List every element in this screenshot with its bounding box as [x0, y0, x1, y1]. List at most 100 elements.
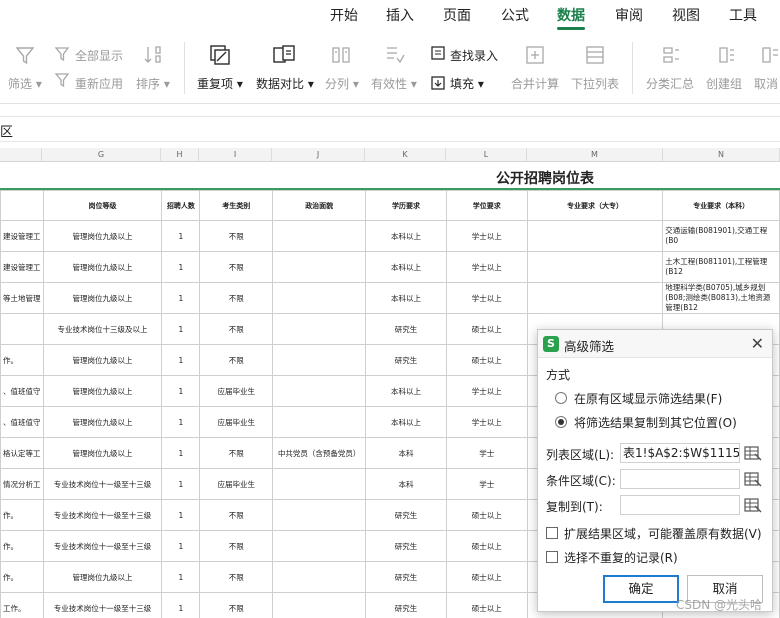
table-cell[interactable]: 硕士以上: [445, 592, 528, 618]
table-cell[interactable]: 研究生: [365, 592, 447, 618]
merge-calc-button[interactable]: 合并计算: [511, 75, 559, 92]
compare-button[interactable]: 数据对比 ▾: [256, 75, 314, 92]
validity-button[interactable]: 有效性 ▾: [371, 75, 417, 92]
column-header[interactable]: [0, 148, 42, 162]
table-cell[interactable]: 1: [161, 251, 201, 283]
table-cell[interactable]: 学士以上: [445, 375, 528, 407]
table-cell[interactable]: 1: [161, 375, 201, 407]
table-cell[interactable]: 本科: [365, 468, 447, 500]
table-cell[interactable]: 建设管理工: [0, 251, 44, 283]
copy-to-input[interactable]: [620, 495, 740, 515]
table-cell[interactable]: 本科以上: [365, 406, 447, 438]
table-cell[interactable]: 不限: [199, 530, 274, 562]
table-cell[interactable]: 作。: [0, 530, 44, 562]
tab-view[interactable]: 视图: [672, 5, 700, 25]
table-cell[interactable]: 应届毕业生: [199, 406, 274, 438]
table-cell[interactable]: 应届毕业生: [199, 468, 274, 500]
column-header[interactable]: I: [199, 148, 272, 162]
split-button[interactable]: 分列 ▾: [325, 75, 359, 92]
table-cell[interactable]: 硕士以上: [445, 499, 528, 531]
table-cell[interactable]: [272, 406, 367, 438]
column-header[interactable]: J: [272, 148, 365, 162]
dialog-title-bar[interactable]: S 高级筛选 ✕: [538, 330, 772, 358]
table-cell[interactable]: 管理岗位九级以上: [42, 220, 163, 252]
table-cell[interactable]: 本科以上: [365, 251, 447, 283]
lookup-entry-button[interactable]: 查找录入: [450, 47, 498, 64]
table-cell[interactable]: 管理岗位九级以上: [42, 344, 163, 376]
tab-insert[interactable]: 插入: [386, 5, 414, 25]
fill-button[interactable]: 填充 ▾: [450, 75, 484, 92]
table-cell[interactable]: 1: [161, 313, 201, 345]
table-cell[interactable]: 、值班值守: [0, 406, 44, 438]
table-cell[interactable]: 学士以上: [445, 406, 528, 438]
tab-data[interactable]: 数据: [557, 5, 585, 25]
tab-review[interactable]: 审阅: [615, 5, 643, 25]
table-cell[interactable]: 情况分析工: [0, 468, 44, 500]
tab-page[interactable]: 页面: [443, 5, 471, 25]
filter-button[interactable]: 筛选 ▾: [8, 75, 42, 92]
table-cell[interactable]: 格认定等工: [0, 437, 44, 469]
table-cell[interactable]: 学士以上: [445, 251, 528, 283]
dropdown-list-button[interactable]: 下拉列表: [571, 75, 619, 92]
table-cell[interactable]: 1: [161, 530, 201, 562]
table-cell[interactable]: [272, 468, 367, 500]
column-header[interactable]: K: [365, 148, 446, 162]
table-cell[interactable]: 本科以上: [365, 220, 447, 252]
table-cell[interactable]: 管理岗位九级以上: [42, 561, 163, 593]
table-cell[interactable]: 本科以上: [365, 375, 447, 407]
table-cell[interactable]: 1: [161, 344, 201, 376]
table-cell[interactable]: 、值班值守: [0, 375, 44, 407]
table-cell[interactable]: 研究生: [365, 530, 447, 562]
reapply-button[interactable]: 重新应用: [75, 75, 123, 92]
column-header[interactable]: G: [42, 148, 161, 162]
table-cell[interactable]: 政治面貌: [272, 190, 367, 221]
table-cell[interactable]: [272, 313, 367, 345]
formula-input[interactable]: 区: [0, 116, 780, 142]
radio-copy-elsewhere[interactable]: [555, 416, 567, 428]
table-cell[interactable]: 1: [161, 282, 201, 314]
unique-records-checkbox[interactable]: [546, 551, 558, 563]
table-cell[interactable]: [526, 251, 664, 283]
table-cell[interactable]: [526, 282, 664, 314]
table-cell[interactable]: 交通运输(B081901),交通工程(B0: [662, 220, 780, 252]
radio-copy-label[interactable]: 将筛选结果复制到其它位置(O): [574, 414, 737, 431]
cancel-group-button[interactable]: 取消: [754, 75, 778, 92]
column-header[interactable]: L: [446, 148, 527, 162]
table-cell[interactable]: 学士: [445, 468, 528, 500]
column-header[interactable]: H: [161, 148, 199, 162]
tab-formula[interactable]: 公式: [501, 5, 529, 25]
table-cell[interactable]: [0, 313, 44, 345]
table-cell[interactable]: 硕士以上: [445, 344, 528, 376]
table-cell[interactable]: 硕士以上: [445, 561, 528, 593]
table-cell[interactable]: [272, 499, 367, 531]
table-cell[interactable]: 1: [161, 499, 201, 531]
table-cell[interactable]: 土木工程(B081101),工程管理(B12: [662, 251, 780, 283]
table-cell[interactable]: 不限: [199, 220, 274, 252]
table-cell[interactable]: [272, 282, 367, 314]
table-cell[interactable]: 工作。: [0, 592, 44, 618]
range-picker-icon[interactable]: [744, 497, 762, 513]
table-cell[interactable]: 1: [161, 561, 201, 593]
table-cell[interactable]: 不限: [199, 437, 274, 469]
close-icon[interactable]: ✕: [751, 334, 764, 353]
table-cell[interactable]: 中共党员（含预备党员）: [272, 437, 367, 469]
table-cell[interactable]: [272, 251, 367, 283]
table-cell[interactable]: 专业要求（大专）: [526, 190, 664, 221]
table-cell[interactable]: 管理岗位九级以上: [42, 437, 163, 469]
table-cell[interactable]: 硕士以上: [445, 313, 528, 345]
table-cell[interactable]: 作。: [0, 561, 44, 593]
table-cell[interactable]: 招聘人数: [161, 190, 201, 221]
table-cell[interactable]: 本科以上: [365, 282, 447, 314]
table-cell[interactable]: 不限: [199, 251, 274, 283]
tab-home[interactable]: 开始: [330, 5, 358, 25]
table-cell[interactable]: 学历要求: [365, 190, 447, 221]
table-cell[interactable]: 专业技术岗位十一级至十三级: [42, 530, 163, 562]
expand-result-checkbox[interactable]: [546, 527, 558, 539]
criteria-range-input[interactable]: [620, 469, 740, 489]
table-cell[interactable]: [526, 220, 664, 252]
table-cell[interactable]: 研究生: [365, 499, 447, 531]
table-cell[interactable]: [0, 190, 44, 221]
table-cell[interactable]: 研究生: [365, 313, 447, 345]
table-cell[interactable]: 本科: [365, 437, 447, 469]
table-cell[interactable]: 不限: [199, 344, 274, 376]
